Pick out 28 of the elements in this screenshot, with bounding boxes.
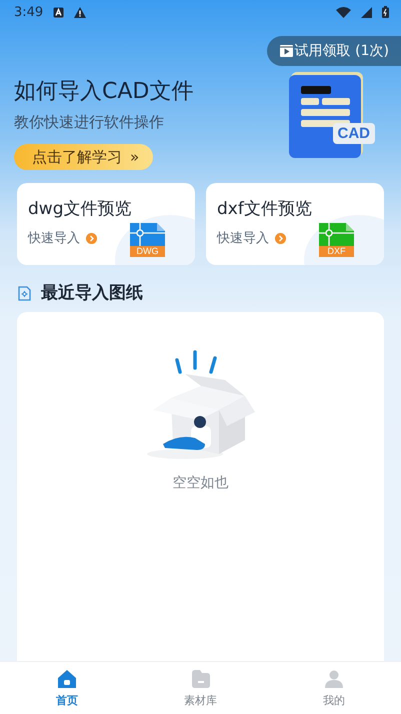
folder-icon: [190, 668, 210, 688]
nav-tab[interactable]: 首页: [0, 662, 134, 714]
wifi-icon: [336, 6, 351, 18]
trial-button[interactable]: 试用领取 (1次): [266, 36, 401, 66]
person-icon: [324, 668, 344, 688]
empty-message: 空空如也: [172, 474, 228, 492]
learn-button[interactable]: 点击了解学习 »: [14, 144, 154, 170]
video-icon: [280, 45, 293, 57]
chevron-icon: [86, 232, 97, 244]
card-title: dwg文件预览: [28, 198, 132, 220]
quick-import-link[interactable]: 快速导入: [217, 229, 269, 247]
notification-icon: [53, 6, 64, 18]
file-preview-card[interactable]: dxf文件预览 快速导入 DXF: [206, 183, 384, 265]
battery-icon: [382, 6, 389, 18]
nav-tab[interactable]: 我的: [267, 662, 401, 714]
clock: 3:49: [14, 4, 44, 20]
signal-icon: [361, 6, 372, 18]
section-title: 最近导入图纸: [41, 283, 143, 303]
home-icon: [56, 668, 77, 688]
file-preview-card[interactable]: dwg文件预览 快速导入 DWG: [17, 183, 195, 265]
drawing-icon: [18, 286, 31, 300]
warning-icon: [74, 6, 86, 18]
quick-import-link[interactable]: 快速导入: [28, 229, 80, 247]
card-title: dxf文件预览: [217, 198, 312, 220]
hero-title: 如何导入CAD文件: [14, 78, 194, 106]
hero-subtitle: 教你快速进行软件操作: [14, 112, 164, 132]
nav-tab[interactable]: 素材库: [134, 662, 268, 714]
chevron-icon: [275, 232, 286, 244]
